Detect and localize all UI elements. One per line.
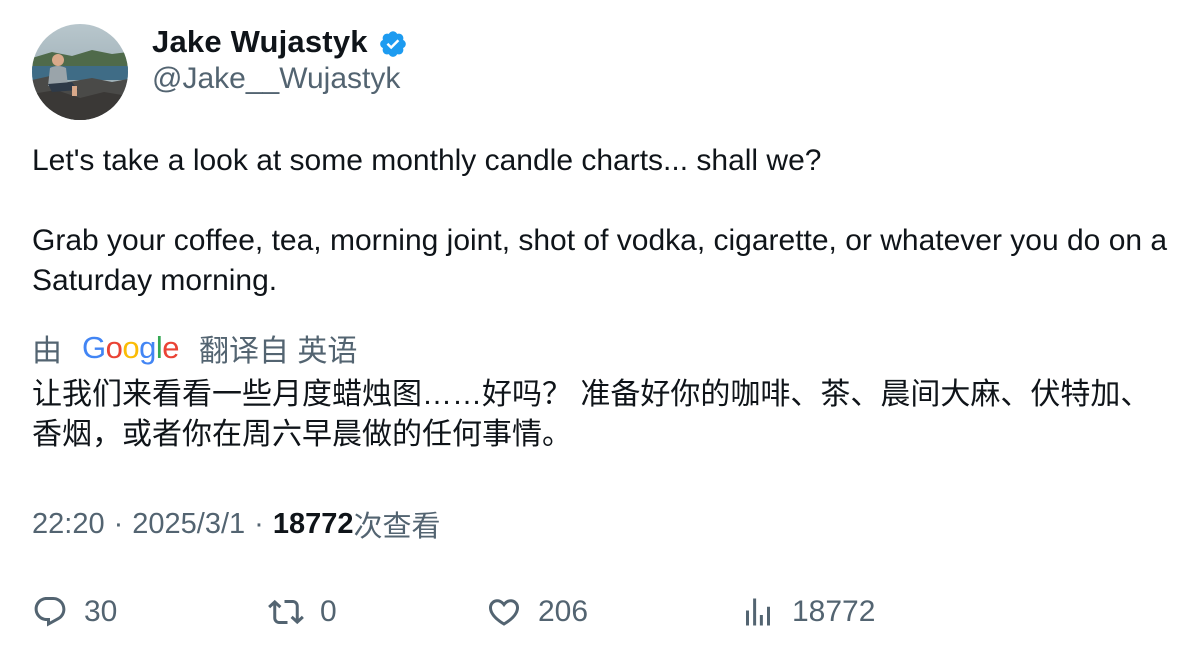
like-button[interactable]: 206 — [486, 590, 588, 634]
views-label: 次查看 — [353, 511, 441, 543]
views-action-count: 18772 — [792, 595, 876, 628]
google-logo[interactable]: Google — [82, 330, 180, 366]
translation-suffix: 翻译自 英语 — [199, 335, 358, 368]
reply-count: 30 — [84, 595, 118, 628]
repost-icon — [268, 594, 304, 630]
avatar[interactable] — [32, 24, 128, 120]
reply-icon — [32, 594, 68, 630]
user-handle[interactable]: @Jake__Wujastyk — [152, 62, 400, 96]
heart-icon — [486, 594, 522, 630]
translation-prefix: 由 — [32, 335, 62, 368]
reply-button[interactable]: 30 — [32, 590, 117, 634]
translated-text: 让我们来看看一些月度蜡烛图……好吗？ 准备好你的咖啡、茶、晨间大麻、伏特加、香烟… — [32, 378, 1151, 451]
tweet-card: Jake Wujastyk @Jake__Wujastyk Let's take… — [0, 0, 1196, 658]
analytics-icon — [740, 594, 776, 630]
repost-button[interactable]: 0 — [268, 590, 337, 634]
views-count: 18772 — [272, 507, 354, 540]
tweet-metadata: 22:20 · 2025/3/1 · 18772 次查看 — [32, 503, 440, 545]
tweet-date[interactable]: 2025/3/1 — [132, 508, 245, 541]
tweet-paragraph-1: Let's take a look at some monthly candle… — [32, 144, 822, 177]
meta-separator: · — [254, 507, 264, 540]
tweet-paragraph-2: Grab your coffee, tea, morning joint, sh… — [32, 224, 1168, 297]
translation-attribution: 由 Google 翻译自 英语 — [32, 326, 357, 370]
like-count: 206 — [538, 595, 589, 628]
avatar-photo — [32, 24, 128, 120]
meta-separator: · — [113, 507, 124, 540]
views-button[interactable]: 18772 — [740, 590, 875, 634]
action-bar: 30 0 206 18772 — [0, 590, 1196, 634]
verified-badge-icon[interactable] — [378, 29, 408, 59]
repost-count: 0 — [320, 595, 337, 628]
display-name[interactable]: Jake Wujastyk — [152, 24, 368, 60]
tweet-text: Let's take a look at some monthly candle… — [32, 141, 1172, 301]
tweet-time[interactable]: 22:20 — [32, 508, 105, 541]
name-row: Jake Wujastyk — [152, 22, 408, 62]
